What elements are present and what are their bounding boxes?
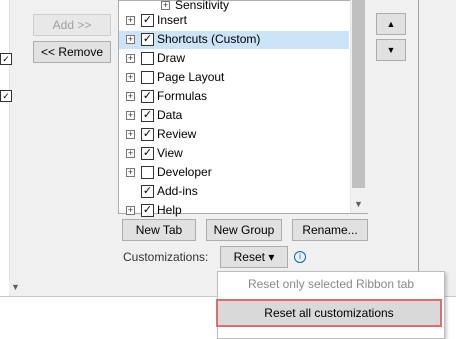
tree-item-add-ins[interactable]: ✓ Add-ins [119, 183, 349, 201]
tree-item-label: Sensitivity [175, 0, 230, 12]
checkbox-icon[interactable]: ✓ [141, 147, 154, 160]
checkbox-icon[interactable]: ✓ [141, 204, 154, 217]
tree-item-label: Add-ins [157, 184, 198, 198]
tree-item-label: Review [157, 127, 197, 141]
remove-button[interactable]: << Remove [33, 41, 111, 63]
tree-item-label: Page Layout [157, 70, 225, 84]
tree-item-label: Formulas [157, 89, 208, 103]
tree-item-developer[interactable]: + Developer [119, 164, 349, 182]
expand-icon[interactable]: + [126, 168, 135, 177]
expand-icon[interactable]: + [126, 111, 135, 120]
checkbox-icon[interactable]: ✓ [141, 109, 154, 122]
expand-icon[interactable]: + [126, 16, 135, 25]
tree-item-label: Data [157, 108, 183, 122]
add-button[interactable]: Add >> [33, 14, 111, 36]
checkbox-icon[interactable] [141, 71, 154, 84]
tree-item-shortcuts-custom[interactable]: + ✓ Shortcuts (Custom) [119, 31, 349, 49]
left-list-checkbox[interactable]: ✓ [0, 53, 12, 65]
tree-item-formulas[interactable]: + ✓ Formulas [119, 88, 349, 106]
expand-icon[interactable]: + [126, 54, 135, 63]
tree-item-label: Developer [157, 165, 212, 179]
tree-item-label: Help [157, 203, 182, 217]
expand-icon[interactable]: + [126, 73, 135, 82]
tree-item-label: Insert [157, 13, 188, 27]
tree-scroll-thumb[interactable] [352, 0, 365, 188]
left-scroll-down-arrow-icon[interactable]: ▼ [9, 280, 22, 294]
tree-item-label: Draw [157, 51, 186, 65]
tree-scroll-down-arrow-icon[interactable]: ▼ [350, 196, 367, 212]
tree-item-review[interactable]: + ✓ Review [119, 126, 349, 144]
new-tab-button[interactable]: New Tab [122, 219, 196, 241]
tree-item-label: Shortcuts (Custom) [157, 32, 261, 46]
info-icon[interactable]: i [294, 251, 306, 263]
expand-icon[interactable]: + [161, 1, 170, 10]
ribbon-tabs-tree[interactable]: + Sensitivity + ✓ Insert + ✓ Shortcuts (… [118, 0, 368, 217]
rename-button[interactable]: Rename... [292, 219, 368, 241]
expand-icon[interactable]: + [126, 206, 135, 215]
menu-item-reset-all-customizations[interactable]: Reset all customizations [216, 299, 442, 327]
checkbox-icon[interactable] [141, 52, 154, 65]
checkbox-icon[interactable]: ✓ [141, 128, 154, 141]
tree-item-insert[interactable]: + ✓ Insert [119, 12, 349, 30]
menu-item-reset-selected-tab[interactable]: Reset only selected Ribbon tab [218, 272, 444, 296]
tree-item-data[interactable]: + ✓ Data [119, 107, 349, 125]
tree-item-page-layout[interactable]: + Page Layout [119, 69, 349, 87]
tree-item-help[interactable]: + ✓ Help [119, 202, 349, 220]
expand-icon[interactable]: + [126, 35, 135, 44]
panel-divider [418, 0, 419, 296]
move-up-button[interactable]: ▲ [376, 13, 406, 35]
checkbox-icon[interactable]: ✓ [141, 14, 154, 27]
new-group-button[interactable]: New Group [206, 219, 282, 241]
customizations-label: Customizations: [123, 250, 209, 264]
expand-icon[interactable]: + [126, 92, 135, 101]
tree-item-label: View [157, 146, 183, 160]
reset-dropdown-button[interactable]: Reset ▾ [220, 246, 288, 268]
expand-icon[interactable]: + [126, 149, 135, 158]
left-list-checkbox[interactable]: ✓ [0, 90, 12, 102]
left-list-scrollbar[interactable] [9, 0, 23, 296]
expand-icon[interactable]: + [126, 130, 135, 139]
checkbox-icon[interactable] [141, 166, 154, 179]
checkbox-icon[interactable]: ✓ [141, 90, 154, 103]
move-down-button[interactable]: ▼ [376, 39, 406, 61]
tree-item-view[interactable]: + ✓ View [119, 145, 349, 163]
checkbox-icon[interactable]: ✓ [141, 33, 154, 46]
tree-item-draw[interactable]: + Draw [119, 50, 349, 68]
checkbox-icon[interactable]: ✓ [141, 185, 154, 198]
